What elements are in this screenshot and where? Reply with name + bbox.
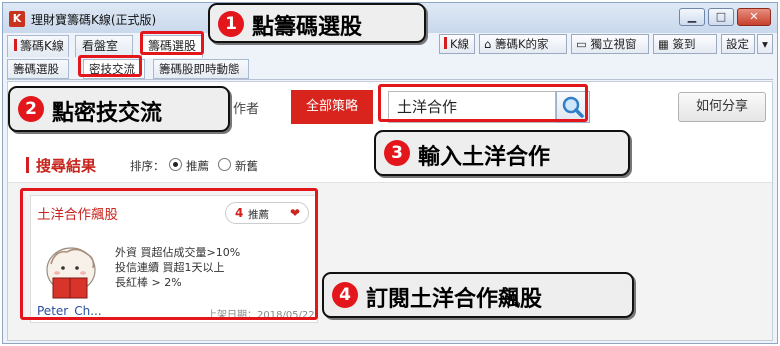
step-3-text: 輸入土洋合作 xyxy=(418,145,551,170)
condition-1: 外資 買超佔成交量>10% xyxy=(115,246,241,259)
home-button[interactable]: ⌂ 籌碼K的家 xyxy=(479,34,567,54)
tab-label: 看盤室 xyxy=(82,39,119,53)
condition-3: 長紅棒 > 2% xyxy=(115,276,182,289)
callout-step-4: 4 訂閱土洋合作飆股 xyxy=(322,272,634,318)
subtab-realtime-chip[interactable]: 籌碼股即時動態 xyxy=(153,59,249,79)
filter-all-strategies[interactable]: 全部策略 xyxy=(291,90,373,124)
maximize-button[interactable]: □ xyxy=(708,8,734,26)
callout-step-2: 2 點密技交流 xyxy=(8,86,230,132)
step-2-text: 點密技交流 xyxy=(52,101,163,126)
tab-chip-kline[interactable]: 籌碼K線 xyxy=(7,35,69,57)
home-label: 籌碼K的家 xyxy=(494,37,549,51)
checkin-label: 簽到 xyxy=(672,37,696,51)
tab-label: 籌碼選股 xyxy=(148,39,197,53)
standalone-window-button[interactable]: ▭ 獨立視窗 xyxy=(571,34,649,54)
recommend-count: 4 xyxy=(235,206,244,220)
sort-newest-radio[interactable] xyxy=(218,158,231,171)
kline-button[interactable]: K線 xyxy=(439,34,475,54)
settings-dropdown-icon[interactable]: ▾ xyxy=(757,34,773,54)
tab-marker xyxy=(14,39,17,51)
sort-newest-label: 新舊 xyxy=(235,159,258,173)
strategy-card[interactable]: 土洋合作飆股 4 推薦 ❤ 外資 買超佔成交量>10% 投信連續 買超1天以上 … xyxy=(30,195,318,323)
author-avatar xyxy=(46,247,96,299)
card-date: 上架日期：2018/05/22 xyxy=(207,310,315,321)
search-button[interactable] xyxy=(556,91,590,123)
strategy-name[interactable]: 土洋合作飆股 xyxy=(37,203,118,223)
gift-icon: ▦ xyxy=(658,37,673,51)
tab-label: 籌碼K線 xyxy=(20,39,64,53)
recommend-label: 推薦 xyxy=(248,209,269,221)
app-logo-icon: K xyxy=(9,11,25,27)
sort-recommend-label: 推薦 xyxy=(186,159,209,173)
recommend-badge[interactable]: 4 推薦 ❤ xyxy=(225,202,309,224)
card-author[interactable]: Peter_Ch... xyxy=(37,304,102,318)
home-icon: ⌂ xyxy=(484,37,495,51)
tab-watch-room[interactable]: 看盤室 xyxy=(75,35,133,57)
how-to-share-button[interactable]: 如何分享 xyxy=(678,92,766,122)
sort-recommend-radio[interactable] xyxy=(169,158,182,171)
tab-chip-stock-picking[interactable]: 籌碼選股 xyxy=(141,35,203,58)
window-title: 理財寶籌碼K線(正式版) xyxy=(31,13,157,27)
condition-2: 投信連續 買超1天以上 xyxy=(115,261,225,274)
results-marker xyxy=(26,157,29,173)
step-4-number: 4 xyxy=(332,282,358,308)
callout-step-1: 1 點籌碼選股 xyxy=(208,3,426,43)
filter-author[interactable]: 作者 xyxy=(233,98,259,117)
sub-tabs: 籌碼選股 密技交流 籌碼股即時動態 xyxy=(7,58,773,80)
checkin-button[interactable]: ▦ 簽到 xyxy=(653,34,717,54)
kline-label: K線 xyxy=(450,37,470,51)
monitor-icon: ▭ xyxy=(576,37,591,51)
results-title: 搜尋結果 xyxy=(36,157,97,175)
step-1-text: 點籌碼選股 xyxy=(252,15,363,40)
standalone-label: 獨立視窗 xyxy=(590,37,637,51)
heart-icon[interactable]: ❤ xyxy=(290,206,300,220)
close-button[interactable]: ✕ xyxy=(737,8,771,26)
step-3-number: 3 xyxy=(384,140,410,166)
sort-label: 排序： xyxy=(130,159,165,173)
step-2-number: 2 xyxy=(18,96,44,122)
subtab-chip-picking[interactable]: 籌碼選股 xyxy=(7,59,69,79)
step-1-number: 1 xyxy=(218,11,244,37)
kline-marker xyxy=(444,37,447,49)
magnifier-icon xyxy=(562,96,584,118)
results-header: 搜尋結果 排序： 推薦 新舊 xyxy=(26,155,386,175)
step-4-text: 訂閱土洋合作飆股 xyxy=(366,287,543,312)
minimize-button[interactable]: ▁ xyxy=(679,8,705,26)
callout-step-3: 3 輸入土洋合作 xyxy=(374,130,630,176)
search-input[interactable]: 土洋合作 xyxy=(388,91,556,123)
subtab-secret-exchange[interactable]: 密技交流 xyxy=(83,59,145,79)
settings-button[interactable]: 設定 xyxy=(721,34,755,54)
